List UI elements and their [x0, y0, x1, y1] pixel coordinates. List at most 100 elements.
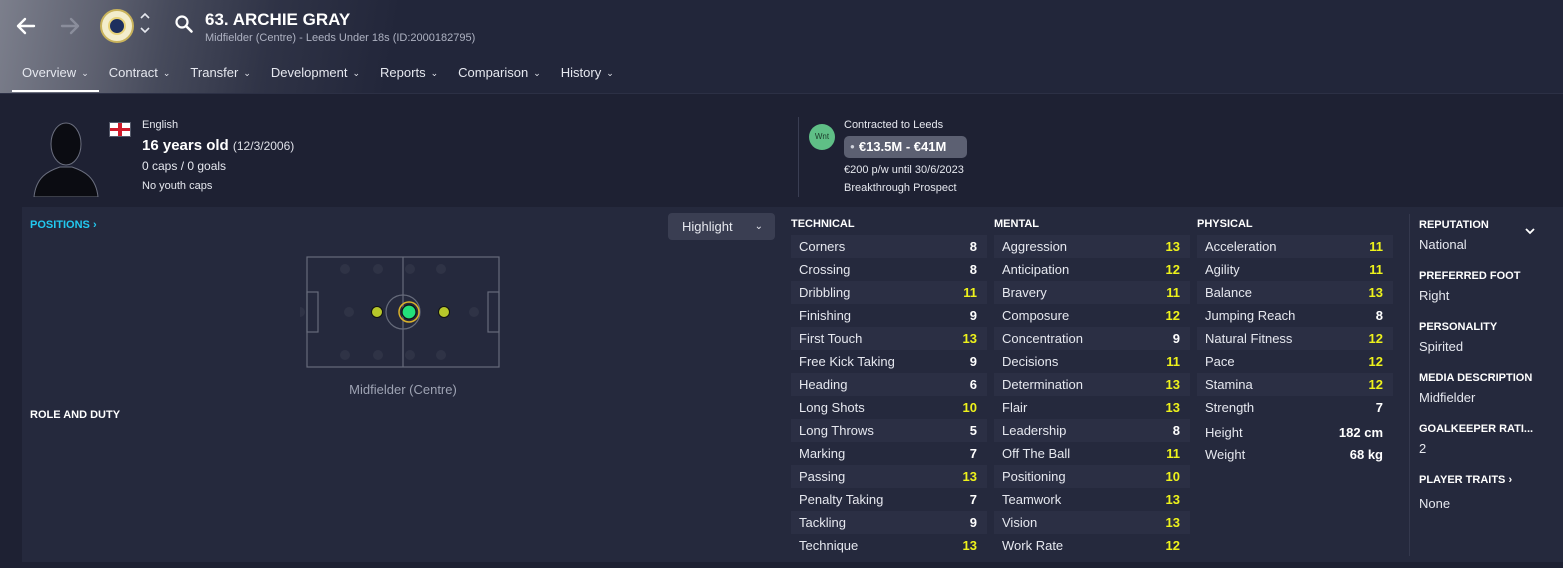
prospect-status: Breakthrough Prospect	[844, 182, 957, 194]
search-icon[interactable]	[174, 14, 194, 34]
attribute-row[interactable]: Decisions 11	[994, 350, 1190, 373]
header-divider	[0, 93, 1563, 94]
attribute-row[interactable]: Acceleration 11	[1197, 235, 1393, 258]
attribute-row[interactable]: Marking 7	[791, 442, 987, 465]
player-traits-link[interactable]: PLAYER TRAITS ›	[1419, 474, 1512, 486]
chevron-up-down-icon[interactable]	[140, 11, 150, 39]
tab-bar: Overview ⌄ Contract ⌄ Transfer ⌄ Developmen…	[12, 64, 624, 92]
attribute-row[interactable]: Penalty Taking 7	[791, 488, 987, 511]
attribute-row[interactable]: Teamwork 13	[994, 488, 1190, 511]
attribute-row[interactable]: First Touch 13	[791, 327, 987, 350]
chevron-down-icon[interactable]	[1524, 226, 1536, 239]
personality-label: PERSONALITY	[1419, 321, 1498, 333]
attribute-row[interactable]: Stamina 12	[1197, 373, 1393, 396]
tab-transfer[interactable]: Transfer ⌄	[180, 64, 260, 92]
tab-overview[interactable]: Overview ⌄	[12, 64, 99, 92]
attribute-row[interactable]: Agility 11	[1197, 258, 1393, 281]
position-label: Midfielder (Centre)	[349, 382, 457, 397]
reputation-label: REPUTATION	[1419, 219, 1489, 231]
bullet-icon: ●	[850, 142, 855, 151]
attribute-row[interactable]: Technique 13	[791, 534, 987, 557]
media-description-value: Midfielder	[1419, 390, 1476, 405]
attribute-row[interactable]: Vision 13	[994, 511, 1190, 534]
england-flag-icon	[110, 123, 130, 136]
player-title: 63. ARCHIE GRAY	[205, 10, 351, 29]
physical-title: PHYSICAL	[1197, 218, 1253, 230]
attribute-row[interactable]: Anticipation 12	[994, 258, 1190, 281]
attribute-row[interactable]: Dribbling 11	[791, 281, 987, 304]
chevron-down-icon: ⌄	[81, 68, 89, 78]
chevron-down-icon: ⌄	[754, 221, 763, 232]
mental-attributes: Aggression 13 Anticipation 12 Bravery 11 Co…	[994, 235, 1190, 557]
reputation-value: National	[1419, 237, 1467, 252]
personality-value: Spirited	[1419, 339, 1464, 354]
club-badge-icon[interactable]	[100, 9, 134, 43]
preferred-foot-label: PREFERRED FOOT	[1419, 270, 1521, 282]
goalkeeper-rating-label: GOALKEEPER RATI...	[1419, 423, 1534, 435]
tab-development[interactable]: Development ⌄	[261, 64, 370, 92]
attribute-row[interactable]: Off The Ball 11	[994, 442, 1190, 465]
date-of-birth: (12/3/2006)	[232, 139, 295, 153]
info-divider	[798, 117, 799, 197]
chevron-down-icon: ⌄	[533, 68, 541, 78]
attribute-row[interactable]: Corners 8	[791, 235, 987, 258]
attribute-row[interactable]: Jumping Reach 8	[1197, 304, 1393, 327]
tab-comparison[interactable]: Comparison ⌄	[448, 64, 551, 92]
highlight-dropdown[interactable]: Highlight ⌄	[668, 213, 775, 240]
attribute-row[interactable]: Work Rate 12	[994, 534, 1190, 557]
wanted-status-badge: Wnt	[809, 124, 835, 150]
attribute-row[interactable]: Crossing 8	[791, 258, 987, 281]
position-pitch-diagram	[300, 256, 500, 368]
attribute-row[interactable]: Tackling 9	[791, 511, 987, 534]
transfer-value-badge[interactable]: ● €13.5M - €41M	[844, 136, 967, 158]
natural-position-marker	[401, 304, 417, 320]
goalkeeper-rating-value: 2	[1419, 441, 1427, 456]
attribute-row[interactable]: Bravery 11	[994, 281, 1190, 304]
attribute-row[interactable]: Aggression 13	[994, 235, 1190, 258]
attribute-row[interactable]: Long Shots 10	[791, 396, 987, 419]
arrow-right-icon[interactable]	[56, 12, 84, 40]
chevron-down-icon: ⌄	[162, 68, 171, 78]
chevron-down-icon: ⌄	[352, 68, 361, 78]
player-subtitle: Midfielder (Centre) - Leeds Under 18s (I…	[205, 32, 476, 44]
attribute-row[interactable]: Balance 13	[1197, 281, 1393, 304]
mental-title: MENTAL	[994, 218, 1040, 230]
chevron-down-icon: ⌄	[243, 68, 251, 78]
attribute-row[interactable]: Free Kick Taking 9	[791, 350, 987, 373]
attribute-row[interactable]: Pace 12	[1197, 350, 1393, 373]
chevron-right-icon: ›	[92, 219, 97, 231]
attribute-row[interactable]: Composure 12	[994, 304, 1190, 327]
tab-history[interactable]: History ⌄	[551, 64, 624, 92]
contracted-to: Contracted to Leeds	[844, 119, 944, 131]
accomplished-position-marker	[371, 306, 383, 318]
preferred-foot-value: Right	[1419, 288, 1450, 303]
attribute-row[interactable]: Concentration 9	[994, 327, 1190, 350]
weight-row: Weight 68 kg	[1205, 447, 1383, 462]
attribute-row[interactable]: Strength 7	[1197, 396, 1393, 419]
physical-attributes: Acceleration 11 Agility 11 Balance 13 Jumpi…	[1197, 235, 1393, 466]
chevron-down-icon: ⌄	[430, 68, 439, 78]
technical-title: TECHNICAL	[791, 218, 855, 230]
attribute-row[interactable]: Positioning 10	[994, 465, 1190, 488]
wage-info: €200 p/w until 30/6/2023	[844, 164, 964, 176]
attribute-row[interactable]: Determination 13	[994, 373, 1190, 396]
attribute-row[interactable]: Long Throws 5	[791, 419, 987, 442]
attribute-row[interactable]: Finishing 9	[791, 304, 987, 327]
chevron-down-icon: ⌄	[606, 68, 614, 78]
attribute-row[interactable]: Leadership 8	[994, 419, 1190, 442]
side-divider	[1409, 214, 1410, 556]
attribute-row[interactable]: Natural Fitness 12	[1197, 327, 1393, 350]
accomplished-position-marker	[438, 306, 450, 318]
tab-contract[interactable]: Contract ⌄	[99, 64, 181, 92]
international-caps: 0 caps / 0 goals	[142, 159, 227, 173]
player-traits-value: None	[1419, 496, 1451, 511]
attribute-row[interactable]: Heading 6	[791, 373, 987, 396]
player-age: 16 years old (12/3/2006)	[142, 137, 295, 154]
arrow-left-icon[interactable]	[12, 12, 40, 40]
attribute-row[interactable]: Passing 13	[791, 465, 987, 488]
attribute-row[interactable]: Flair 13	[994, 396, 1190, 419]
player-silhouette-icon	[32, 117, 100, 198]
chevron-right-icon: ›	[1508, 474, 1513, 486]
tab-reports[interactable]: Reports ⌄	[370, 64, 448, 92]
positions-link[interactable]: POSITIONS ›	[30, 219, 97, 231]
